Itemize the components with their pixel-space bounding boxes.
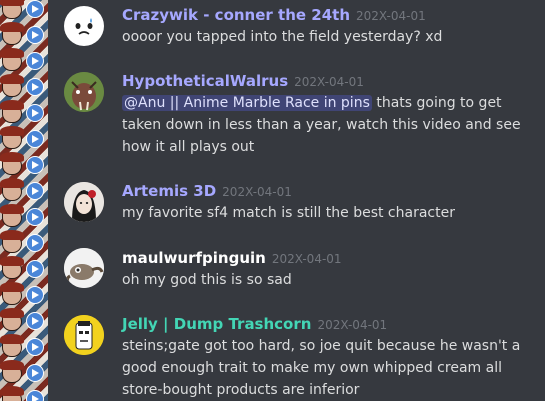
user-mention[interactable]: @Anu || Anime Marble Race in pins — [122, 95, 372, 111]
arrow-right-icon — [26, 78, 44, 96]
hair-shape — [0, 48, 24, 58]
arrow-right-icon — [26, 130, 44, 148]
strip-tile — [0, 74, 48, 100]
hair-shape — [0, 0, 24, 6]
strip-tile — [0, 334, 48, 360]
timestamp: 202X-04-01 — [356, 9, 426, 23]
arrow-right-icon — [26, 286, 44, 304]
hair-shape — [0, 334, 24, 344]
chat-screen: Crazywik - conner the 24th 202X-04-01 ooo… — [0, 0, 545, 401]
arrow-right-icon — [26, 26, 44, 44]
strip-tile — [0, 178, 48, 204]
strip-tile — [0, 22, 48, 48]
message-content: my favorite sf4 match is still the best … — [122, 205, 455, 221]
strip-tile — [0, 308, 48, 334]
message-content: steins;gate got too hard, so joe quit be… — [122, 338, 521, 398]
timestamp: 202X-04-01 — [271, 252, 342, 266]
message-list: Crazywik - conner the 24th 202X-04-01 ooo… — [48, 0, 545, 401]
strip-tile — [0, 282, 48, 308]
hair-shape — [0, 282, 24, 292]
timestamp: 202X-04-01 — [222, 185, 292, 199]
arrow-right-icon — [26, 0, 44, 18]
message-header: Jelly | Dump Trashcorn 202X-04-01 — [122, 313, 387, 336]
hair-shape — [0, 22, 24, 32]
message-header: maulwurfpinguin 202X-04-01 — [122, 247, 342, 270]
portrait-avatar-icon[interactable] — [64, 182, 104, 222]
message-header: Artemis 3D 202X-04-01 — [122, 180, 292, 203]
username[interactable]: Artemis 3D — [122, 182, 216, 200]
hair-shape — [0, 230, 24, 240]
arrow-right-icon — [26, 234, 44, 252]
hair-shape — [0, 178, 24, 188]
arrow-right-icon — [26, 364, 44, 382]
message-header: HypotheticalWalrus 202X-04-01 — [122, 70, 364, 93]
yellow-character-avatar-icon[interactable] — [64, 315, 104, 355]
hair-shape — [0, 152, 24, 162]
white-face-icon[interactable] — [64, 6, 104, 46]
walrus-avatar-icon[interactable] — [64, 72, 104, 112]
message-content: oh my god this is so sad — [122, 272, 292, 288]
message-header: Crazywik - conner the 24th 202X-04-01 — [122, 4, 426, 27]
arrow-right-icon — [26, 312, 44, 330]
strip-tile — [0, 100, 48, 126]
strip-tile — [0, 204, 48, 230]
hair-shape — [0, 126, 24, 136]
strip-tile — [0, 126, 48, 152]
decorative-left-strip — [0, 0, 48, 401]
strip-tile — [0, 152, 48, 178]
hair-shape — [0, 308, 24, 318]
hair-shape — [0, 74, 24, 84]
hair-shape — [0, 256, 24, 266]
username[interactable]: Jelly | Dump Trashcorn — [122, 315, 311, 333]
strip-tile — [0, 386, 48, 401]
creature-avatar-icon[interactable] — [64, 248, 104, 288]
arrow-right-icon — [26, 338, 44, 356]
hair-shape — [0, 360, 24, 370]
message-content: oooor you tapped into the field yesterda… — [122, 29, 443, 45]
timestamp: 202X-04-01 — [294, 75, 364, 89]
strip-tile — [0, 0, 48, 22]
message-content: @Anu || Anime Marble Race in pins thats … — [122, 92, 540, 158]
arrow-right-icon — [26, 104, 44, 122]
hair-shape — [0, 386, 24, 396]
username[interactable]: maulwurfpinguin — [122, 249, 266, 267]
strip-tile — [0, 230, 48, 256]
strip-tile — [0, 256, 48, 282]
arrow-right-icon — [26, 208, 44, 226]
username[interactable]: HypotheticalWalrus — [122, 72, 288, 90]
arrow-right-icon — [26, 182, 44, 200]
arrow-right-icon — [26, 52, 44, 70]
arrow-right-icon — [26, 390, 44, 401]
strip-tile — [0, 48, 48, 74]
hair-shape — [0, 204, 24, 214]
username[interactable]: Crazywik - conner the 24th — [122, 6, 350, 24]
hair-shape — [0, 100, 24, 110]
arrow-right-icon — [26, 260, 44, 278]
timestamp: 202X-04-01 — [317, 318, 388, 332]
arrow-right-icon — [26, 156, 44, 174]
strip-tile — [0, 360, 48, 386]
